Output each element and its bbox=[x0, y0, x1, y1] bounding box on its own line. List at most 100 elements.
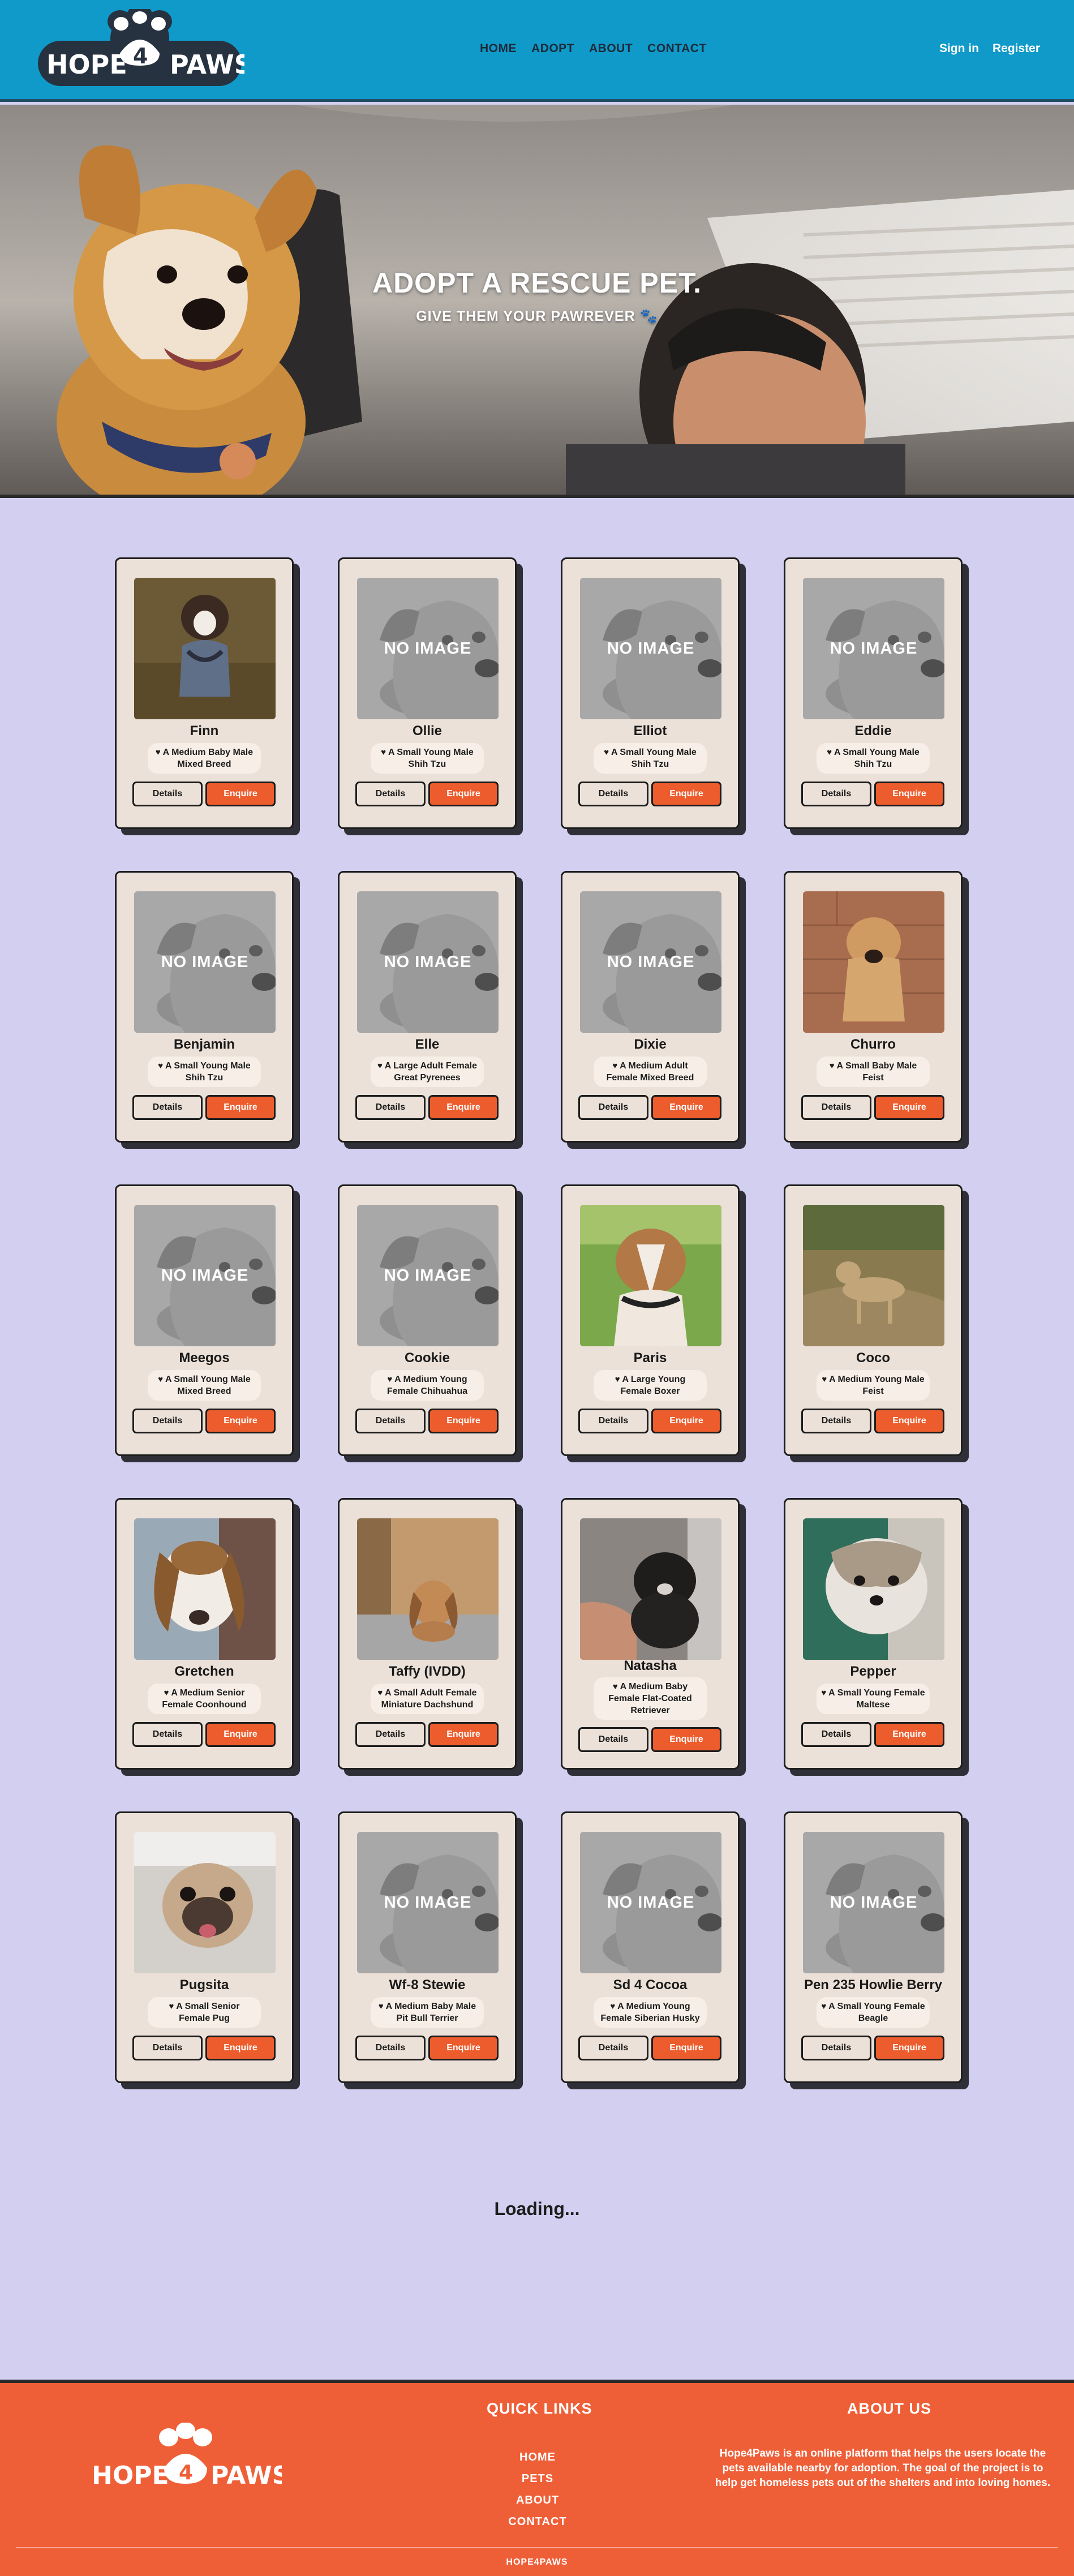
pet-photo[interactable] bbox=[134, 1518, 276, 1660]
pet-card[interactable]: NO IMAGE Cookie ♥ A Medium Young Female … bbox=[338, 1184, 517, 1456]
details-button[interactable]: Details bbox=[132, 1722, 203, 1747]
details-button[interactable]: Details bbox=[355, 1095, 426, 1120]
pet-card[interactable]: NO IMAGE Elliot ♥ A Small Young Male Shi… bbox=[561, 557, 740, 829]
details-button[interactable]: Details bbox=[578, 782, 648, 806]
details-button[interactable]: Details bbox=[132, 1409, 203, 1433]
pet-photo[interactable] bbox=[580, 1518, 721, 1660]
footer-link-about[interactable]: ABOUT bbox=[453, 2489, 622, 2511]
details-button[interactable]: Details bbox=[801, 2036, 871, 2060]
pet-card[interactable]: Paris ♥ A Large Young Female Boxer Detai… bbox=[561, 1184, 740, 1456]
enquire-button[interactable]: Enquire bbox=[205, 1409, 276, 1433]
pet-photo[interactable]: NO IMAGE bbox=[580, 578, 721, 719]
details-button[interactable]: Details bbox=[355, 782, 426, 806]
enquire-button[interactable]: Enquire bbox=[651, 1409, 721, 1433]
nav-contact[interactable]: CONTACT bbox=[647, 42, 707, 55]
footer-link-contact[interactable]: CONTACT bbox=[453, 2511, 622, 2532]
no-image-label: NO IMAGE bbox=[607, 1893, 695, 1912]
nav-adopt[interactable]: ADOPT bbox=[531, 42, 574, 55]
pet-description: ♥ A Small Adult Female Miniature Dachshu… bbox=[371, 1684, 484, 1714]
enquire-button[interactable]: Enquire bbox=[205, 782, 276, 806]
pet-description: ♥ A Large Young Female Boxer bbox=[594, 1370, 707, 1401]
pet-card[interactable]: NO IMAGE Pen 235 Howlie Berry ♥ A Small … bbox=[784, 1811, 963, 2083]
enquire-button[interactable]: Enquire bbox=[874, 1095, 944, 1120]
footer-link-home[interactable]: HOME bbox=[453, 2446, 622, 2468]
enquire-button[interactable]: Enquire bbox=[651, 1727, 721, 1752]
enquire-button[interactable]: Enquire bbox=[874, 1409, 944, 1433]
pet-card[interactable]: NO IMAGE Wf-8 Stewie ♥ A Medium Baby Mal… bbox=[338, 1811, 517, 2083]
details-button[interactable]: Details bbox=[355, 1722, 426, 1747]
register-link[interactable]: Register bbox=[993, 42, 1040, 55]
pet-photo[interactable] bbox=[803, 1205, 944, 1346]
enquire-button[interactable]: Enquire bbox=[428, 1095, 499, 1120]
heart-icon: ♥ bbox=[155, 748, 161, 757]
enquire-button[interactable]: Enquire bbox=[874, 1722, 944, 1747]
pet-card[interactable]: Pugsita ♥ A Small Senior Female Pug Deta… bbox=[115, 1811, 294, 2083]
pet-photo[interactable]: NO IMAGE bbox=[803, 578, 944, 719]
enquire-button[interactable]: Enquire bbox=[874, 2036, 944, 2060]
pet-card[interactable]: Pepper ♥ A Small Young Female Maltese De… bbox=[784, 1498, 963, 1770]
pet-card[interactable]: NO IMAGE Sd 4 Cocoa ♥ A Medium Young Fem… bbox=[561, 1811, 740, 2083]
pet-card[interactable]: Taffy (IVDD) ♥ A Small Adult Female Mini… bbox=[338, 1498, 517, 1770]
details-button[interactable]: Details bbox=[578, 1727, 648, 1752]
nav-home[interactable]: HOME bbox=[480, 42, 517, 55]
pet-photo[interactable]: NO IMAGE bbox=[134, 891, 276, 1033]
pet-photo[interactable] bbox=[134, 578, 276, 719]
enquire-button[interactable]: Enquire bbox=[205, 2036, 276, 2060]
pet-card[interactable]: Churro ♥ A Small Baby Male Feist Details… bbox=[784, 871, 963, 1143]
pet-card[interactable]: NO IMAGE Ollie ♥ A Small Young Male Shih… bbox=[338, 557, 517, 829]
pet-photo[interactable] bbox=[803, 891, 944, 1033]
pet-photo[interactable] bbox=[803, 1518, 944, 1660]
pet-card[interactable]: Natasha ♥ A Medium Baby Female Flat-Coat… bbox=[561, 1498, 740, 1770]
pet-photo[interactable]: NO IMAGE bbox=[580, 891, 721, 1033]
pet-photo[interactable]: NO IMAGE bbox=[357, 1832, 499, 1973]
enquire-button[interactable]: Enquire bbox=[205, 1095, 276, 1120]
pet-photo[interactable] bbox=[357, 1518, 499, 1660]
details-button[interactable]: Details bbox=[355, 2036, 426, 2060]
pet-photo[interactable]: NO IMAGE bbox=[803, 1832, 944, 1973]
enquire-button[interactable]: Enquire bbox=[428, 1409, 499, 1433]
details-button[interactable]: Details bbox=[578, 1095, 648, 1120]
pet-card[interactable]: NO IMAGE Elle ♥ A Large Adult Female Gre… bbox=[338, 871, 517, 1143]
footer-hope4paws-logo[interactable]: HOPE PAWS 4 bbox=[89, 2423, 282, 2496]
pet-name: Paris bbox=[633, 1350, 667, 1366]
pet-card[interactable]: Gretchen ♥ A Medium Senior Female Coonho… bbox=[115, 1498, 294, 1770]
pet-card[interactable]: Finn ♥ A Medium Baby Male Mixed Breed De… bbox=[115, 557, 294, 829]
pet-photo[interactable]: NO IMAGE bbox=[580, 1832, 721, 1973]
details-button[interactable]: Details bbox=[132, 2036, 203, 2060]
pet-card[interactable]: NO IMAGE Meegos ♥ A Small Young Male Mix… bbox=[115, 1184, 294, 1456]
pet-card[interactable]: NO IMAGE Benjamin ♥ A Small Young Male S… bbox=[115, 871, 294, 1143]
pet-photo[interactable] bbox=[580, 1205, 721, 1346]
sign-in-link[interactable]: Sign in bbox=[939, 42, 979, 55]
pet-description-text: A Small Young Male Shih Tzu bbox=[388, 748, 474, 769]
enquire-button[interactable]: Enquire bbox=[651, 782, 721, 806]
pet-description: ♥ A Small Young Male Shih Tzu bbox=[148, 1057, 261, 1087]
pet-card[interactable]: NO IMAGE Eddie ♥ A Small Young Male Shih… bbox=[784, 557, 963, 829]
details-button[interactable]: Details bbox=[801, 1095, 871, 1120]
pet-card[interactable]: Coco ♥ A Medium Young Male Feist Details… bbox=[784, 1184, 963, 1456]
details-button[interactable]: Details bbox=[355, 1409, 426, 1433]
pet-card[interactable]: NO IMAGE Dixie ♥ A Medium Adult Female M… bbox=[561, 871, 740, 1143]
details-button[interactable]: Details bbox=[578, 2036, 648, 2060]
enquire-button[interactable]: Enquire bbox=[874, 782, 944, 806]
enquire-button[interactable]: Enquire bbox=[428, 2036, 499, 2060]
details-button[interactable]: Details bbox=[132, 782, 203, 806]
pet-photo[interactable] bbox=[134, 1832, 276, 1973]
enquire-button[interactable]: Enquire bbox=[205, 1722, 276, 1747]
nav-about[interactable]: ABOUT bbox=[589, 42, 633, 55]
enquire-button[interactable]: Enquire bbox=[651, 2036, 721, 2060]
footer-link-pets[interactable]: PETS bbox=[453, 2468, 622, 2489]
details-button[interactable]: Details bbox=[578, 1409, 648, 1433]
card-actions: Details Enquire bbox=[132, 1409, 276, 1433]
enquire-button[interactable]: Enquire bbox=[651, 1095, 721, 1120]
details-button[interactable]: Details bbox=[801, 1722, 871, 1747]
hope4paws-logo[interactable]: HOPE PAWS 4 bbox=[35, 9, 244, 88]
pet-photo[interactable]: NO IMAGE bbox=[357, 1205, 499, 1346]
enquire-button[interactable]: Enquire bbox=[428, 1722, 499, 1747]
enquire-button[interactable]: Enquire bbox=[428, 782, 499, 806]
details-button[interactable]: Details bbox=[132, 1095, 203, 1120]
pet-photo[interactable]: NO IMAGE bbox=[357, 891, 499, 1033]
details-button[interactable]: Details bbox=[801, 1409, 871, 1433]
pet-photo[interactable]: NO IMAGE bbox=[357, 578, 499, 719]
details-button[interactable]: Details bbox=[801, 782, 871, 806]
pet-photo[interactable]: NO IMAGE bbox=[134, 1205, 276, 1346]
